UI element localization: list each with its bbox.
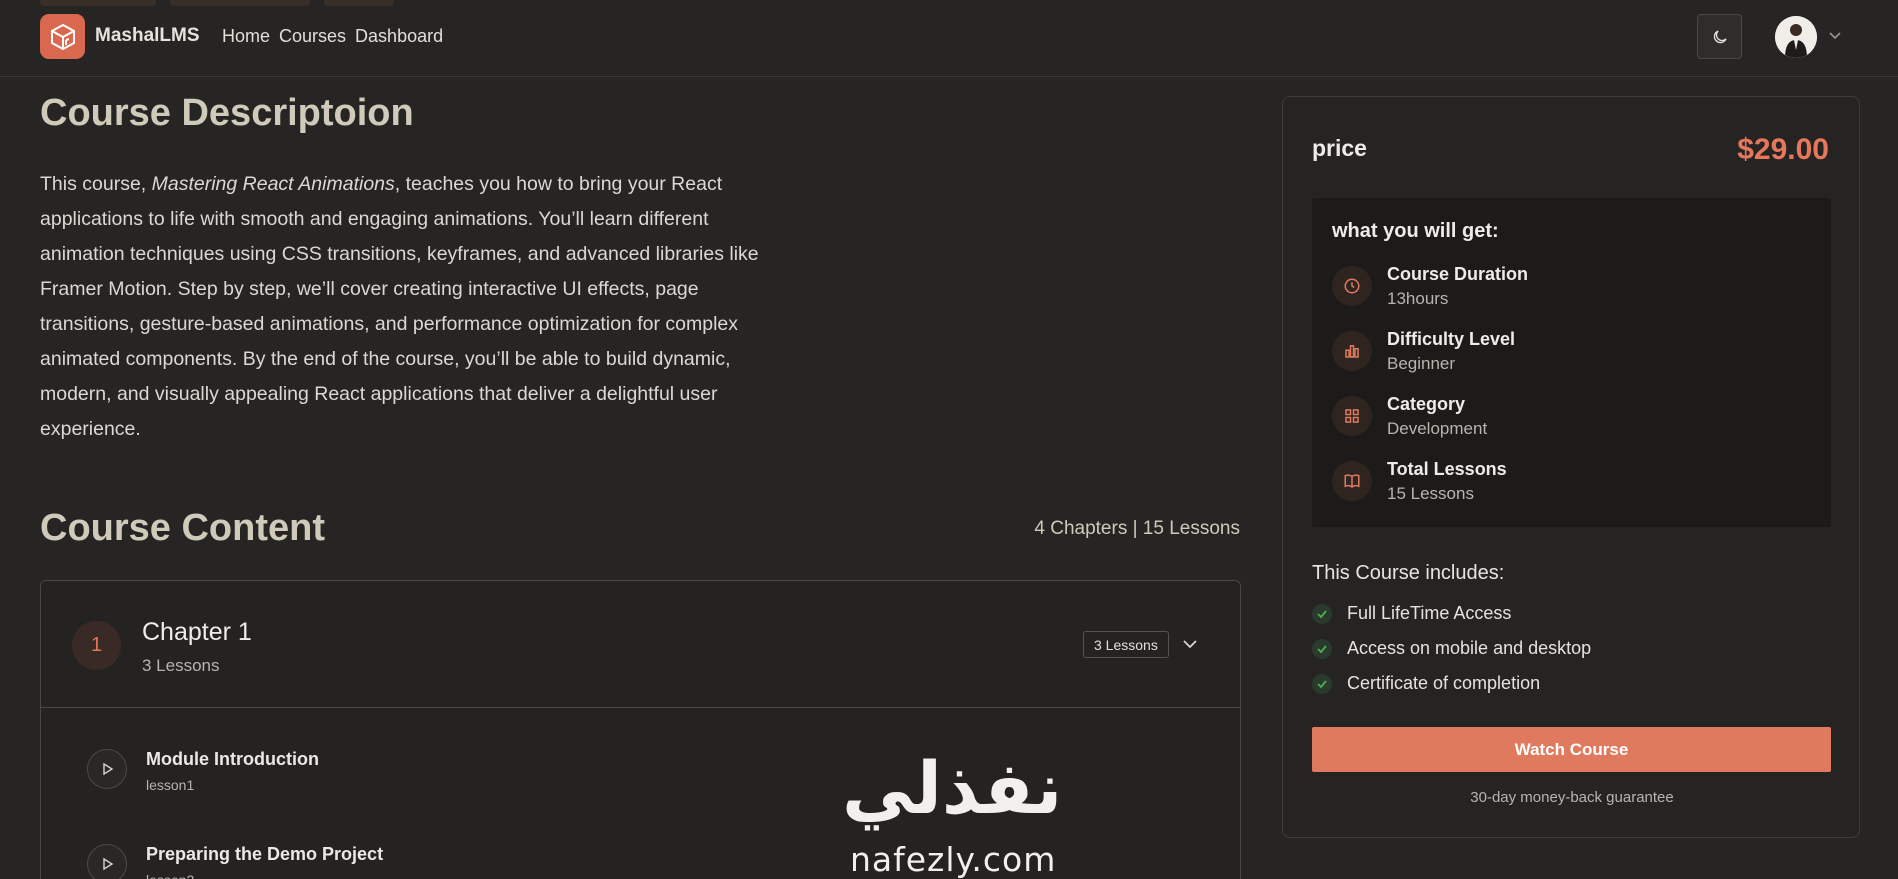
price-label: price xyxy=(1312,135,1367,161)
watermark-arabic: نفذلي xyxy=(842,746,1063,830)
grid-icon xyxy=(1332,396,1372,436)
logo-icon[interactable] xyxy=(40,14,85,59)
chevron-down-icon[interactable] xyxy=(1828,28,1842,42)
get-item-difficulty: Difficulty Level Beginner xyxy=(1332,329,1812,379)
user-avatar[interactable] xyxy=(1775,16,1817,58)
theme-toggle-button[interactable] xyxy=(1697,14,1742,59)
lesson-item[interactable]: Module Introduction lesson1 xyxy=(87,743,787,803)
chapter-title: Chapter 1 xyxy=(142,618,252,646)
top-tab-stubs xyxy=(40,0,394,6)
play-icon[interactable] xyxy=(87,844,127,879)
chapter-number: 1 xyxy=(72,621,121,670)
bar-chart-icon xyxy=(1332,331,1372,371)
description-title: Course Descriptoion xyxy=(40,92,414,134)
get-item-category: Category Development xyxy=(1332,394,1812,444)
lesson-subtitle: lesson1 xyxy=(146,777,195,793)
nav-link-home[interactable]: Home xyxy=(222,26,270,47)
check-icon xyxy=(1312,674,1332,694)
lesson-subtitle: lesson2 xyxy=(146,872,194,879)
moon-icon xyxy=(1713,29,1727,43)
get-item-lessons: Total Lessons 15 Lessons xyxy=(1332,459,1812,509)
chapter-card: 1 Chapter 1 3 Lessons 3 Lessons Module I… xyxy=(40,580,1241,879)
include-item: Full LifeTime Access xyxy=(1312,601,1812,627)
what-you-get-title: what you will get: xyxy=(1332,220,1499,242)
watch-course-button[interactable]: Watch Course xyxy=(1312,727,1831,772)
book-icon xyxy=(1332,461,1372,501)
lesson-title: Module Introduction xyxy=(146,749,319,769)
navbar: MashalLMS Home Courses Dashboard xyxy=(0,0,1898,77)
course-name: Mastering React Animations xyxy=(151,173,395,195)
play-icon[interactable] xyxy=(87,749,127,789)
lessons-badge: 3 Lessons xyxy=(1083,631,1169,658)
clock-icon xyxy=(1332,266,1372,306)
nav-link-courses[interactable]: Courses xyxy=(279,26,346,47)
what-you-get-box: what you will get: Course Duration 13hou… xyxy=(1312,198,1831,527)
chapter-subtitle: 3 Lessons xyxy=(142,656,220,675)
lesson-title: Preparing the Demo Project xyxy=(146,844,384,864)
check-icon xyxy=(1312,639,1332,659)
includes-title: This Course includes: xyxy=(1312,562,1505,584)
include-item: Certificate of completion xyxy=(1312,671,1812,697)
include-item: Access on mobile and desktop xyxy=(1312,636,1812,662)
nav-link-dashboard[interactable]: Dashboard xyxy=(355,26,443,47)
brand-name[interactable]: MashalLMS xyxy=(95,25,200,47)
content-title: Course Content xyxy=(40,507,325,549)
description-text: This course, Mastering React Animations,… xyxy=(40,173,759,440)
lesson-item[interactable]: Preparing the Demo Project lesson2 xyxy=(87,838,787,879)
watermark-latin: nafezly.com xyxy=(850,840,1057,879)
nav-links: Home Courses Dashboard xyxy=(222,26,443,47)
chapter-header[interactable]: 1 Chapter 1 3 Lessons 3 Lessons xyxy=(41,581,1240,708)
get-item-duration: Course Duration 13hours xyxy=(1332,264,1812,314)
check-icon xyxy=(1312,604,1332,624)
chevron-down-icon[interactable] xyxy=(1181,635,1199,653)
price-value: $29.00 xyxy=(1737,133,1829,166)
guarantee-text: 30-day money-back guarantee xyxy=(1470,789,1674,806)
purchase-card: price $29.00 what you will get: Course D… xyxy=(1282,96,1860,838)
content-meta: 4 Chapters | 15 Lessons xyxy=(1034,518,1240,539)
